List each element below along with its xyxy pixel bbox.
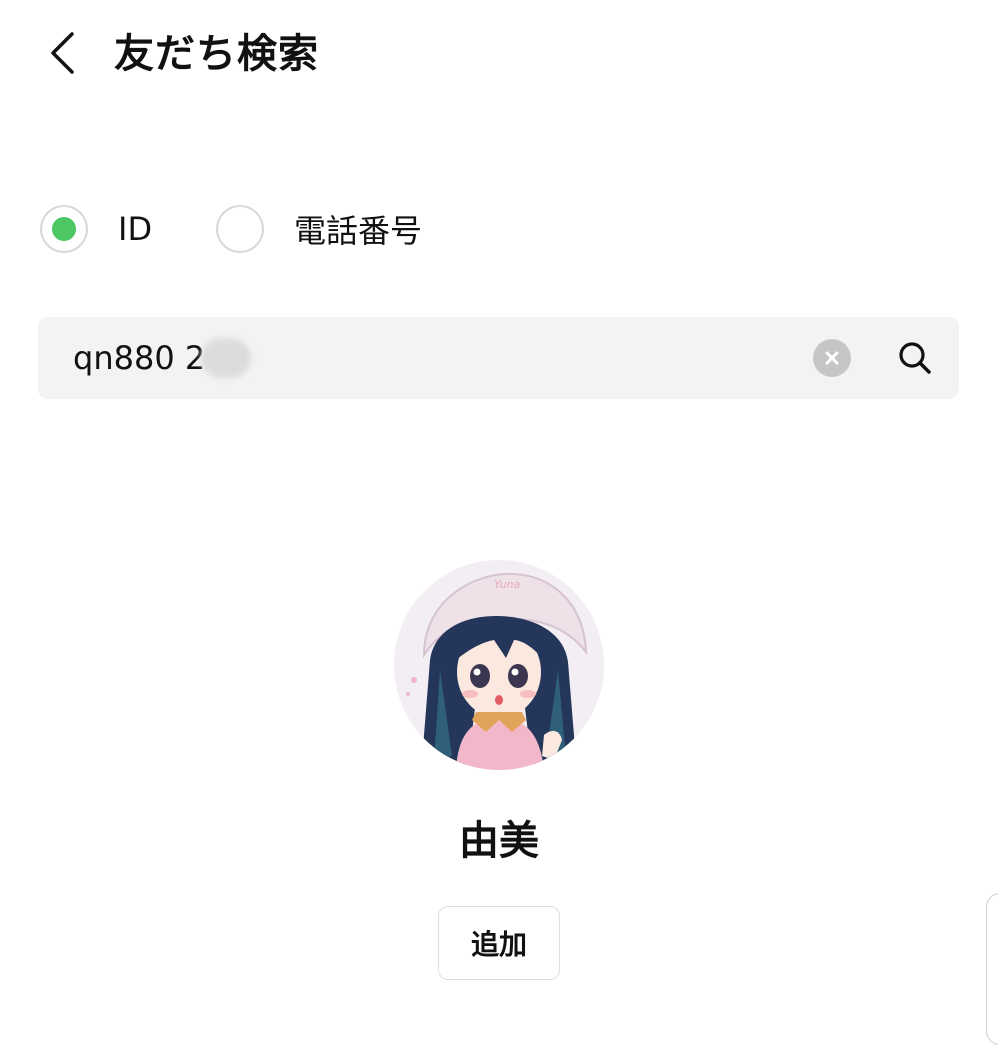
hat-text: Yuna [494,578,521,591]
clear-button[interactable] [813,339,851,377]
redacted-text-mask [201,338,251,378]
search-bar [38,317,959,399]
search-icon [899,342,931,374]
radio-selected-dot [52,217,76,241]
chevron-left-icon [51,32,74,74]
search-input[interactable] [73,317,793,399]
avatar-illustration: Yuna [394,560,604,770]
page-title: 友だち検索 [114,31,319,77]
radio-label-id: ID [118,210,153,248]
search-button[interactable] [894,337,936,379]
back-button[interactable] [40,26,90,80]
radio-option-phone[interactable]: 電話番号 [216,200,422,258]
clear-icon [825,351,839,365]
profile-avatar[interactable]: Yuna [394,560,604,770]
profile-name: 由美 [459,818,539,864]
add-friend-button[interactable]: 追加 [438,906,560,980]
radio-option-id[interactable]: ID [40,200,152,258]
radio-label-phone: 電話番号 [294,212,423,250]
header: 友だち検索 [0,0,998,110]
search-type-selector: ID 電話番号 [40,200,640,258]
radio-button-phone[interactable] [216,205,264,253]
edge-card [986,893,998,1045]
radio-button-id[interactable] [40,205,88,253]
